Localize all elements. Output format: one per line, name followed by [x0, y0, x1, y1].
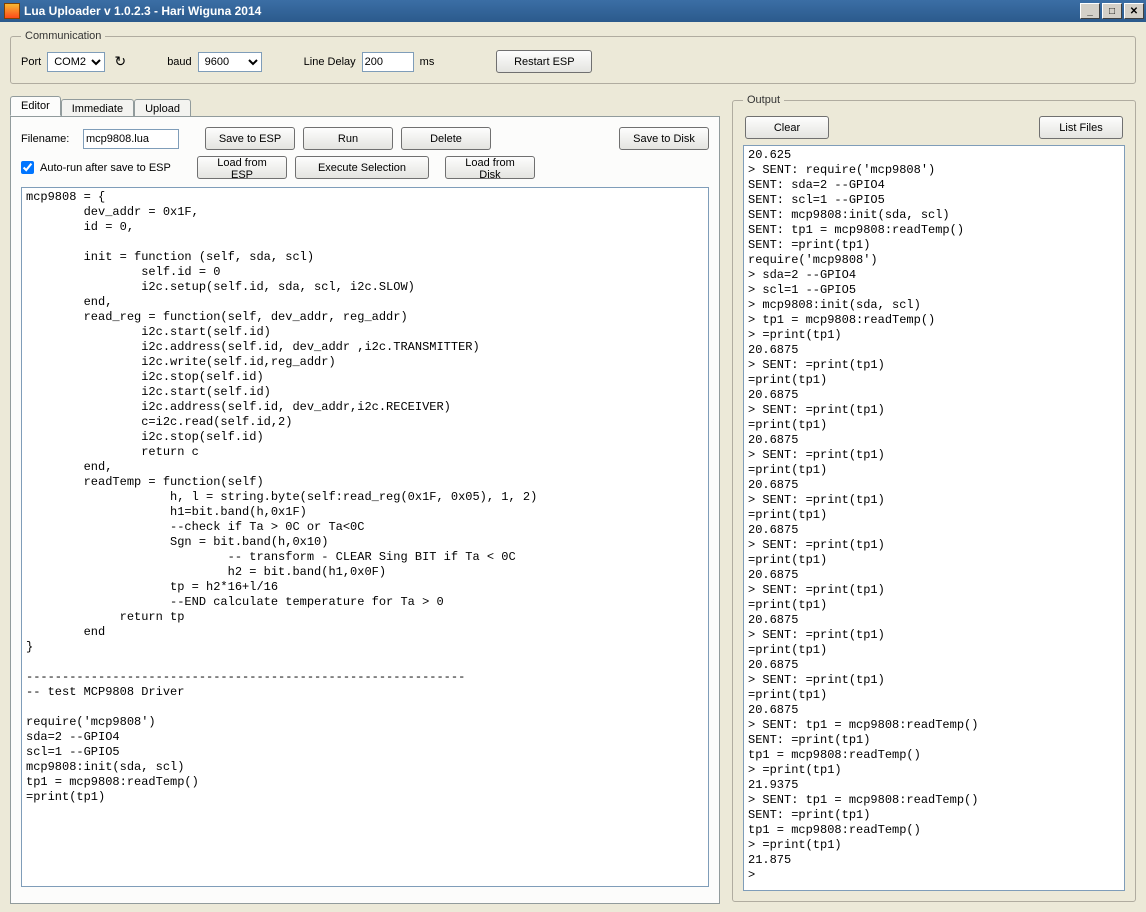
baud-select[interactable]: 9600 — [198, 52, 262, 72]
run-button[interactable]: Run — [303, 127, 393, 150]
autorun-checkbox[interactable] — [21, 161, 34, 174]
port-select[interactable]: COM28 — [47, 52, 105, 72]
editor-panel: Filename: Save to ESP Run Delete Save to… — [10, 116, 720, 904]
tab-strip: Editor Immediate Upload — [10, 94, 720, 116]
output-group: Output Clear List Files — [732, 94, 1136, 902]
output-legend: Output — [743, 94, 784, 106]
baud-label: baud — [167, 56, 191, 68]
delete-button[interactable]: Delete — [401, 127, 491, 150]
minimize-button[interactable]: _ — [1080, 3, 1100, 19]
line-delay-input[interactable] — [362, 52, 414, 72]
tab-editor[interactable]: Editor — [10, 96, 61, 116]
load-from-esp-button[interactable]: Load from ESP — [197, 156, 287, 179]
filename-input[interactable] — [83, 129, 179, 149]
titlebar: Lua Uploader v 1.0.2.3 - Hari Wiguna 201… — [0, 0, 1146, 22]
communication-group: Communication Port COM28 ↻ baud 9600 Lin… — [10, 30, 1136, 84]
save-to-disk-button[interactable]: Save to Disk — [619, 127, 709, 150]
clear-button[interactable]: Clear — [745, 116, 829, 139]
maximize-button[interactable]: □ — [1102, 3, 1122, 19]
autorun-checkbox-label[interactable]: Auto-run after save to ESP — [21, 161, 189, 174]
line-delay-label: Line Delay — [304, 56, 356, 68]
close-button[interactable]: ✕ — [1124, 3, 1144, 19]
refresh-icon[interactable]: ↻ — [111, 53, 129, 71]
load-from-disk-button[interactable]: Load from Disk — [445, 156, 535, 179]
filename-label: Filename: — [21, 133, 75, 145]
window-title: Lua Uploader v 1.0.2.3 - Hari Wiguna 201… — [24, 4, 1078, 18]
list-files-button[interactable]: List Files — [1039, 116, 1123, 139]
output-console[interactable] — [743, 145, 1125, 891]
execute-selection-button[interactable]: Execute Selection — [295, 156, 429, 179]
tab-immediate[interactable]: Immediate — [61, 99, 134, 117]
restart-esp-button[interactable]: Restart ESP — [496, 50, 592, 73]
ms-label: ms — [420, 56, 435, 68]
app-icon — [4, 3, 20, 19]
code-editor[interactable] — [21, 187, 709, 887]
tab-upload[interactable]: Upload — [134, 99, 191, 117]
save-to-esp-button[interactable]: Save to ESP — [205, 127, 295, 150]
communication-legend: Communication — [21, 30, 105, 42]
port-label: Port — [21, 56, 41, 68]
